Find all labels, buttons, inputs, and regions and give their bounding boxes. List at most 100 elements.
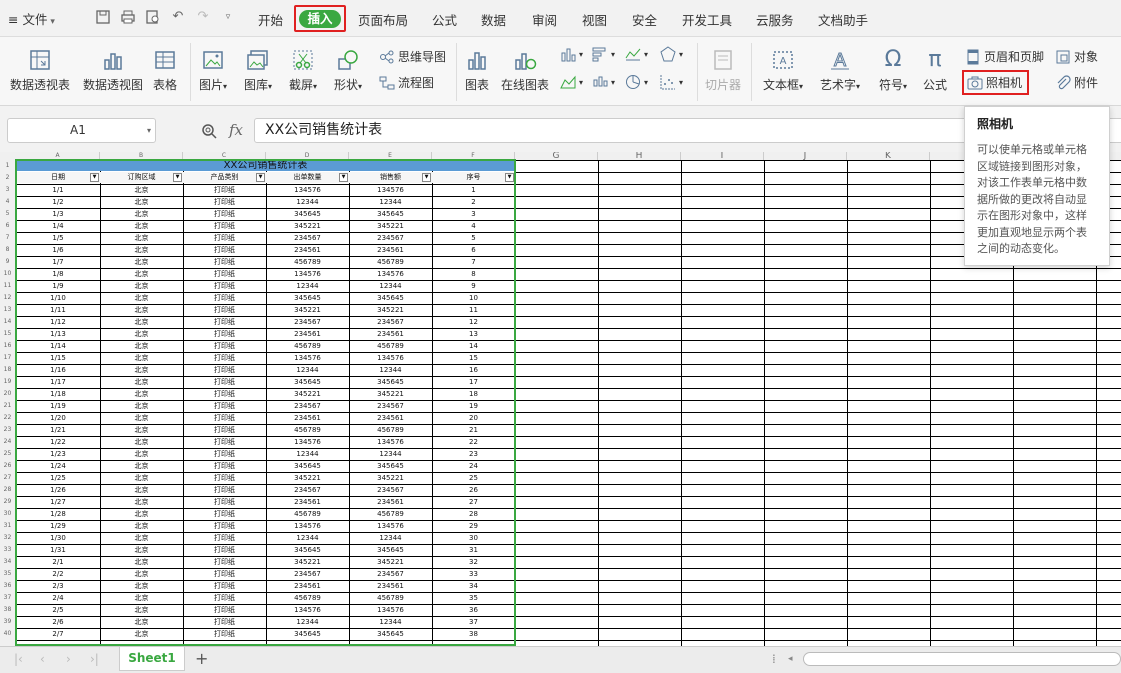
- row-header[interactable]: 29: [0, 496, 15, 508]
- table-cell[interactable]: 打印纸: [183, 424, 266, 436]
- table-button[interactable]: 表格: [153, 48, 177, 93]
- row-header[interactable]: 21: [0, 400, 15, 412]
- row-header[interactable]: 7: [0, 232, 15, 244]
- pie-chart-type-button[interactable]: ▾: [625, 74, 648, 90]
- table-cell[interactable]: 北京: [100, 580, 183, 592]
- table-cell[interactable]: 打印纸: [183, 388, 266, 400]
- table-cell[interactable]: 456789: [349, 256, 432, 268]
- tab-review[interactable]: 审阅: [532, 10, 557, 29]
- textbox-button[interactable]: A 文本框▾: [763, 48, 803, 93]
- hbar-chart-type-button[interactable]: ▾: [592, 46, 615, 62]
- table-cell[interactable]: 北京: [100, 220, 183, 232]
- table-cell[interactable]: 打印纸: [183, 292, 266, 304]
- screenshot-button[interactable]: 截屏▾: [289, 48, 317, 93]
- table-cell[interactable]: 345645: [266, 460, 349, 472]
- table-cell[interactable]: 456789: [349, 592, 432, 604]
- table-cell[interactable]: 17: [432, 376, 515, 388]
- table-cell[interactable]: 打印纸: [183, 268, 266, 280]
- table-cell[interactable]: 12344: [349, 364, 432, 376]
- table-cell[interactable]: 北京: [100, 328, 183, 340]
- table-cell[interactable]: 打印纸: [183, 556, 266, 568]
- table-cell[interactable]: 1/25: [16, 472, 100, 484]
- table-cell[interactable]: 32: [432, 556, 515, 568]
- table-cell[interactable]: 打印纸: [183, 508, 266, 520]
- mindmap-button[interactable]: 思维导图: [379, 48, 446, 65]
- table-cell[interactable]: 北京: [100, 616, 183, 628]
- table-cell[interactable]: 12344: [266, 364, 349, 376]
- table-cell[interactable]: 北京: [100, 208, 183, 220]
- table-cell[interactable]: 12344: [266, 196, 349, 208]
- row-header[interactable]: 28: [0, 484, 15, 496]
- table-cell[interactable]: 345645: [349, 292, 432, 304]
- tab-insert[interactable]: 插入: [294, 5, 346, 32]
- attachment-button[interactable]: 附件: [1055, 74, 1098, 91]
- column-header-e[interactable]: E: [349, 152, 432, 160]
- table-cell[interactable]: 345221: [349, 556, 432, 568]
- table-cell[interactable]: 北京: [100, 352, 183, 364]
- table-cell[interactable]: 打印纸: [183, 532, 266, 544]
- table-cell[interactable]: 10: [432, 292, 515, 304]
- table-cell[interactable]: 234567: [266, 232, 349, 244]
- gallery-button[interactable]: 图库▾: [244, 48, 272, 93]
- row-header[interactable]: 6: [0, 220, 15, 232]
- table-cell[interactable]: 345645: [266, 376, 349, 388]
- table-cell[interactable]: 1/28: [16, 508, 100, 520]
- filter-dropdown-icon[interactable]: ▼: [173, 173, 182, 182]
- row-header[interactable]: 32: [0, 532, 15, 544]
- header-cell[interactable]: 订购区域 ▼: [100, 172, 183, 183]
- table-cell[interactable]: 打印纸: [183, 352, 266, 364]
- table-cell[interactable]: 134576: [349, 604, 432, 616]
- table-cell[interactable]: 234561: [349, 496, 432, 508]
- table-cell[interactable]: 北京: [100, 388, 183, 400]
- table-cell[interactable]: 打印纸: [183, 544, 266, 556]
- row-header[interactable]: 11: [0, 280, 15, 292]
- table-cell[interactable]: 345221: [266, 388, 349, 400]
- table-cell[interactable]: 234567: [349, 232, 432, 244]
- tab-view[interactable]: 视图: [582, 10, 607, 29]
- next-sheet-icon[interactable]: ›: [66, 652, 71, 666]
- table-cell[interactable]: 456789: [349, 424, 432, 436]
- tab-page-layout[interactable]: 页面布局: [358, 10, 408, 29]
- row-header[interactable]: 31: [0, 520, 15, 532]
- table-cell[interactable]: 1: [432, 184, 515, 196]
- table-cell[interactable]: 北京: [100, 436, 183, 448]
- bar-chart-type-button[interactable]: ▾: [560, 46, 583, 62]
- table-cell[interactable]: 22: [432, 436, 515, 448]
- table-cell[interactable]: 北京: [100, 376, 183, 388]
- table-cell[interactable]: 打印纸: [183, 208, 266, 220]
- pivot-chart-button[interactable]: 数据透视图: [83, 48, 143, 93]
- column-header-a[interactable]: A: [16, 152, 100, 160]
- row-header[interactable]: 25: [0, 448, 15, 460]
- row-header[interactable]: 16: [0, 340, 15, 352]
- table-cell[interactable]: 345221: [349, 304, 432, 316]
- row-header[interactable]: 33: [0, 544, 15, 556]
- table-cell[interactable]: 打印纸: [183, 376, 266, 388]
- save-icon[interactable]: [95, 9, 111, 25]
- undo-icon[interactable]: ↶: [170, 9, 186, 25]
- tab-cloud[interactable]: 云服务: [756, 10, 794, 29]
- table-cell[interactable]: 345645: [349, 628, 432, 640]
- wordart-button[interactable]: A 艺术字▾: [820, 48, 860, 93]
- tab-home[interactable]: 开始: [258, 10, 283, 29]
- table-cell[interactable]: 打印纸: [183, 256, 266, 268]
- prev-sheet-icon[interactable]: ‹: [40, 652, 45, 666]
- table-cell[interactable]: 北京: [100, 592, 183, 604]
- table-cell[interactable]: 456789: [349, 508, 432, 520]
- row-header[interactable]: 8: [0, 244, 15, 256]
- table-cell[interactable]: 234561: [349, 580, 432, 592]
- table-cell[interactable]: 北京: [100, 532, 183, 544]
- table-cell[interactable]: 34: [432, 580, 515, 592]
- row-header[interactable]: 38: [0, 604, 15, 616]
- row-header[interactable]: 14: [0, 316, 15, 328]
- table-cell[interactable]: 北京: [100, 544, 183, 556]
- table-cell[interactable]: 北京: [100, 304, 183, 316]
- table-cell[interactable]: 15: [432, 352, 515, 364]
- table-cell[interactable]: 134576: [349, 268, 432, 280]
- table-cell[interactable]: 234567: [266, 316, 349, 328]
- table-cell[interactable]: 1/15: [16, 352, 100, 364]
- symbol-button[interactable]: Ω 符号▾: [879, 48, 907, 93]
- table-cell[interactable]: 1/6: [16, 244, 100, 256]
- row-header[interactable]: 17: [0, 352, 15, 364]
- print-icon[interactable]: [120, 9, 136, 25]
- scroll-left-icon[interactable]: ◂: [788, 654, 793, 664]
